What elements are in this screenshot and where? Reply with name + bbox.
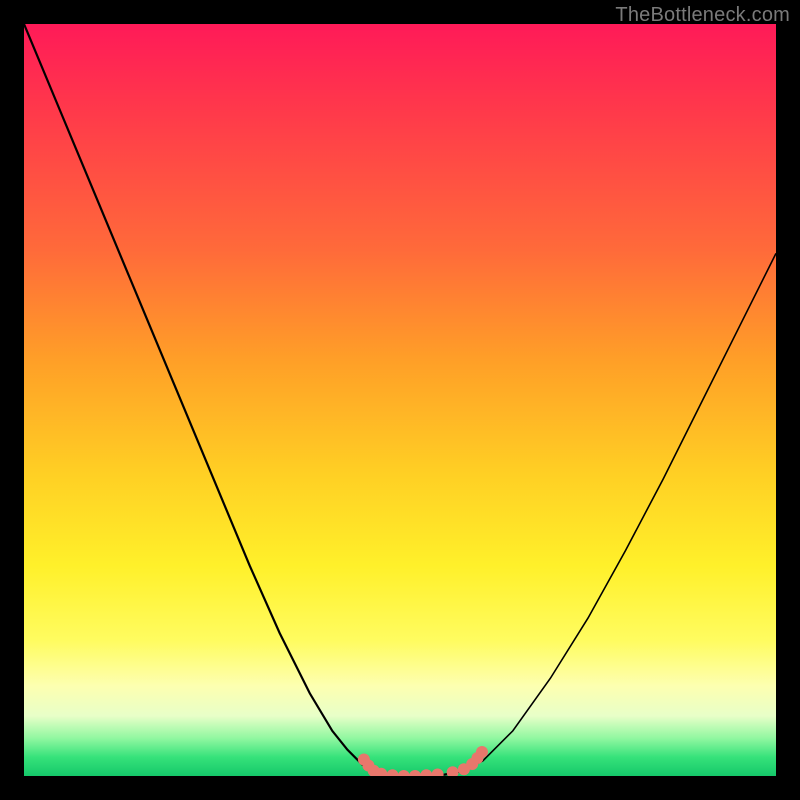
chart-svg (24, 24, 776, 776)
plot-area (24, 24, 776, 776)
curve-right-ascent (460, 253, 776, 771)
marker-dot (409, 770, 421, 776)
curve-left-descent (24, 24, 371, 772)
marker-group (358, 746, 488, 776)
marker-dot (476, 746, 488, 758)
marker-dot (447, 766, 459, 776)
outer-frame: TheBottleneck.com (0, 0, 800, 800)
watermark-text: TheBottleneck.com (615, 4, 790, 27)
marker-dot (386, 769, 398, 776)
marker-dot (432, 769, 444, 777)
curve-group (24, 24, 776, 776)
marker-dot (398, 770, 410, 776)
marker-dot (420, 769, 432, 776)
